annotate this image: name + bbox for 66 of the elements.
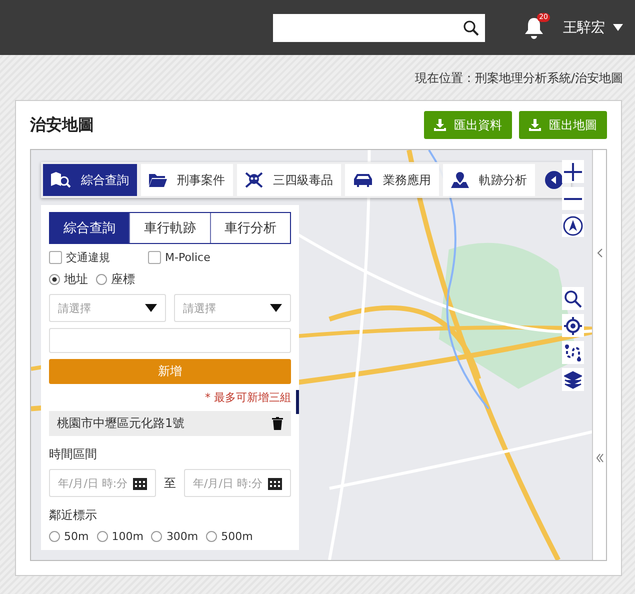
checkbox-label: 交通違規: [66, 250, 110, 265]
map-tab[interactable]: 綜合查詢: [43, 164, 137, 196]
page-title: 治安地圖: [30, 114, 94, 136]
proximity-label: 鄰近標示: [49, 507, 98, 524]
search-field[interactable]: [273, 14, 485, 42]
car-icon: [353, 173, 373, 187]
map-search-icon: [51, 172, 71, 188]
radio-label: 地址: [64, 271, 88, 288]
double-chevron-left-icon[interactable]: [596, 452, 604, 462]
radio-button[interactable]: [96, 531, 108, 542]
map-tab[interactable]: 刑事案件: [141, 164, 233, 196]
radio-label: 50m: [64, 530, 89, 543]
limit-note: * 最多可新增三組: [204, 390, 291, 406]
radio-button[interactable]: [151, 531, 162, 542]
minus-icon: [564, 196, 582, 200]
layers-icon: [564, 370, 582, 388]
radio-button[interactable]: [96, 274, 107, 285]
caret-icon: [270, 304, 282, 312]
map-tab[interactable]: 業務應用: [345, 164, 439, 196]
time-range-label: 時間區間: [49, 446, 98, 463]
map-search-button[interactable]: [562, 287, 584, 310]
zoom-out-button[interactable]: [562, 187, 584, 210]
range-separator: 至: [164, 474, 176, 492]
panel-tab[interactable]: 綜合查詢: [50, 213, 130, 243]
collapse-icon[interactable]: [545, 171, 563, 189]
locate-button[interactable]: [562, 314, 584, 337]
trash-icon[interactable]: [272, 417, 283, 430]
checkbox[interactable]: [148, 251, 161, 264]
search-icon[interactable]: [463, 20, 479, 36]
export-button[interactable]: 匯出地圖: [519, 111, 607, 139]
route-button[interactable]: [562, 341, 584, 364]
route-icon: [564, 344, 582, 362]
skull-icon: [245, 172, 263, 188]
compass-button[interactable]: [562, 214, 584, 237]
radio-label: 座標: [111, 271, 135, 288]
zoom-in-button[interactable]: [562, 160, 584, 183]
radio-button[interactable]: [206, 531, 218, 542]
map-tab[interactable]: 軌跡分析: [443, 164, 535, 196]
search-icon: [564, 290, 582, 308]
panel-handle[interactable]: [296, 390, 299, 414]
folder-icon: [149, 173, 167, 187]
radio-button[interactable]: [49, 274, 60, 285]
address-input[interactable]: [49, 328, 291, 354]
download-icon: [529, 119, 541, 131]
compass-icon: [563, 216, 583, 236]
breadcrumb: 現在位置：刑案地理分析系統/治安地圖: [414, 70, 623, 87]
export-button[interactable]: 匯出資料: [424, 111, 512, 139]
checkbox[interactable]: [49, 251, 62, 264]
layers-button[interactable]: [562, 368, 584, 391]
radio-label: 100m: [112, 530, 144, 543]
caret-icon[interactable]: [613, 24, 623, 32]
calendar-icon: [133, 476, 147, 490]
plus-icon: [564, 162, 582, 180]
chevron-left-icon[interactable]: [596, 248, 602, 258]
radio-label: 300m: [166, 530, 198, 543]
map-pin-icon: [451, 172, 469, 188]
radio-button[interactable]: [49, 531, 60, 542]
calendar-icon: [268, 476, 282, 490]
crosshair-icon: [564, 316, 582, 334]
checkbox-label: M-Police: [165, 251, 210, 264]
map-tab[interactable]: 三四級毒品: [237, 164, 341, 196]
user-menu[interactable]: 王騂宏: [563, 18, 605, 36]
radio-label: 500m: [221, 530, 253, 543]
download-icon: [434, 119, 446, 131]
address-text: 桃園市中壢區元化路1號: [57, 415, 185, 432]
caret-icon: [145, 304, 157, 312]
